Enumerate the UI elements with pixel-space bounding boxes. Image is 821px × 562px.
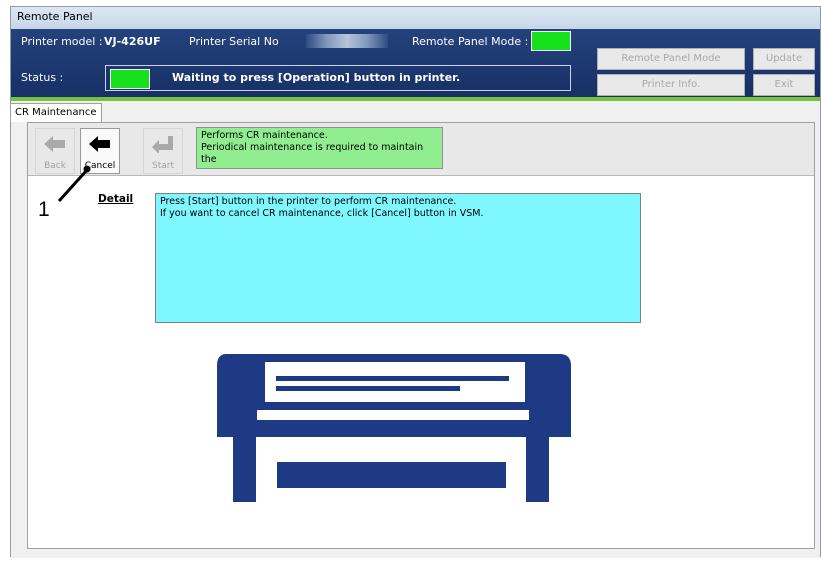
detail-label: Detail	[98, 193, 134, 205]
printer-illustration	[217, 354, 571, 502]
detail-line-1: Press [Start] button in the printer to p…	[160, 196, 457, 207]
detail-box: Press [Start] button in the printer to p…	[155, 193, 641, 323]
callout-number: 1	[38, 198, 50, 221]
detail-line-2: If you want to cancel CR maintenance, cl…	[160, 208, 484, 219]
